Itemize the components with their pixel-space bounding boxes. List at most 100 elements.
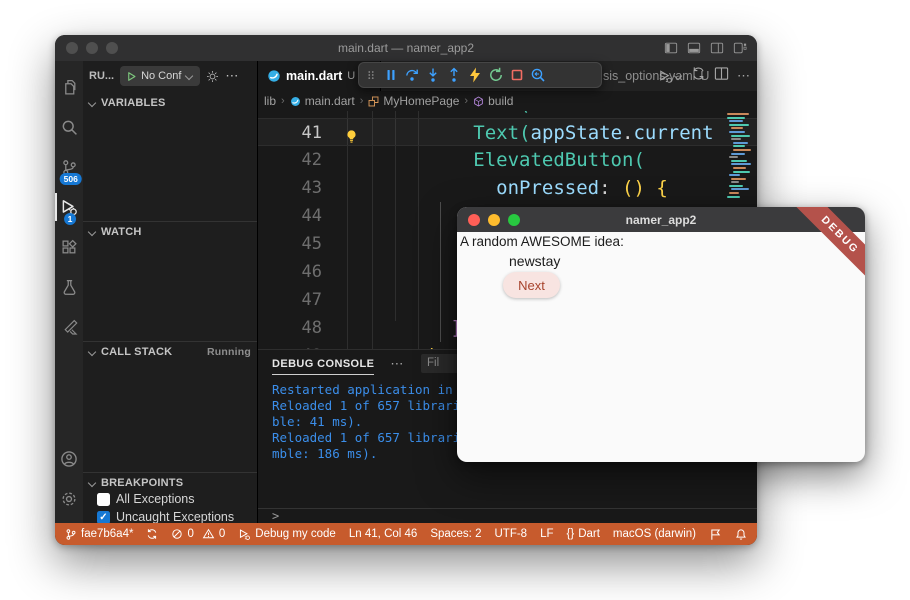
- toggle-secondary-sidebar-icon[interactable]: [710, 41, 724, 55]
- indentation-item[interactable]: Spaces: 2: [430, 528, 481, 540]
- widget-inspector-icon[interactable]: [530, 67, 546, 83]
- symbol-class-icon: [368, 96, 379, 107]
- activity-item-flutter[interactable]: [55, 307, 83, 347]
- line-number: 42: [258, 146, 322, 174]
- call-stack-status: Running: [207, 346, 251, 358]
- breadcrumb-lib[interactable]: lib: [264, 94, 276, 108]
- code-text: ]: [336, 314, 462, 342]
- eol-item[interactable]: LF: [540, 528, 553, 540]
- next-button[interactable]: Next: [503, 272, 560, 298]
- activity-item-explorer[interactable]: [55, 67, 83, 107]
- line-number: 41: [258, 119, 322, 147]
- line-number: 48: [258, 314, 322, 342]
- activity-item-testing[interactable]: [55, 267, 83, 307]
- activity-item-run-debug[interactable]: 1: [55, 187, 83, 227]
- console-prompt[interactable]: >: [258, 508, 757, 523]
- idea-label: A random AWESOME idea:: [460, 234, 624, 249]
- cursor-position-item[interactable]: Ln 41, Col 46: [349, 528, 417, 540]
- breakpoint-uncaught-exceptions[interactable]: Uncaught Exceptions: [97, 508, 257, 523]
- activity-item-settings[interactable]: [55, 479, 83, 519]
- activity-item-search[interactable]: [55, 107, 83, 147]
- toggle-sidebar-icon[interactable]: [664, 41, 678, 55]
- code-line-42[interactable]: 42 ElevatedButton(: [258, 146, 757, 174]
- hot-reload-icon[interactable]: [467, 67, 483, 83]
- notifications-bell-icon[interactable]: [735, 528, 747, 541]
- launch-config-dropdown[interactable]: No Conf: [120, 66, 200, 86]
- drag-handle-icon[interactable]: [364, 67, 378, 83]
- line-number: 46: [258, 258, 322, 286]
- code-text: ),: [336, 342, 450, 349]
- line-number: 44: [258, 202, 322, 230]
- braces-icon: {}: [567, 528, 575, 540]
- line-number: 45: [258, 230, 322, 258]
- editor-tabbar: main.dart U × sis_options.yaml U ⋯: [258, 61, 757, 91]
- problems-item[interactable]: 0 0: [171, 528, 225, 540]
- run-debug-sidebar: RU... No Conf ⋯ VARIABLES WATCH CALL STA…: [83, 61, 258, 523]
- code-line-43[interactable]: 43 onPressed: () {: [258, 174, 757, 202]
- debug-status-item[interactable]: Debug my code: [238, 528, 336, 541]
- status-bar: fae7b6a4* 0 0 Debug my code Ln 41, Col 4…: [55, 523, 757, 545]
- code-text: Text('A random AWESOME idea:'),: [336, 111, 757, 118]
- run-or-debug-icon[interactable]: [658, 69, 683, 84]
- customize-layout-icon[interactable]: [733, 41, 747, 55]
- breadcrumbs: lib › main.dart › MyHomePage › build: [258, 91, 757, 111]
- activity-item-accounts[interactable]: [55, 439, 83, 479]
- code-text: onPressed: () {: [336, 174, 668, 202]
- generated-word: newstay: [509, 253, 560, 269]
- code-text: ElevatedButton(: [336, 146, 645, 174]
- step-into-icon[interactable]: [425, 67, 441, 83]
- checkbox-uncaught-exceptions[interactable]: [97, 511, 110, 524]
- section-call-stack[interactable]: CALL STACKRunning: [83, 341, 257, 361]
- tab-debug-console[interactable]: DEBUG CONSOLE: [272, 353, 374, 375]
- section-watch[interactable]: WATCH: [83, 221, 257, 241]
- breadcrumb-build[interactable]: build: [488, 94, 513, 108]
- warnings-icon: [202, 528, 215, 540]
- step-over-icon[interactable]: [404, 67, 420, 83]
- line-number: 47: [258, 286, 322, 314]
- flutter-app-window: namer_app2 A random AWESOME idea: newsta…: [457, 207, 865, 462]
- breadcrumb-myhomepage[interactable]: MyHomePage: [383, 94, 459, 108]
- git-status: U: [347, 70, 355, 82]
- code-line-40[interactable]: Text('A random AWESOME idea:'),: [258, 111, 757, 118]
- breakpoint-all-exceptions[interactable]: All Exceptions: [97, 490, 257, 508]
- dart-file-icon: [290, 96, 301, 107]
- more-actions-icon[interactable]: ⋯: [225, 68, 238, 84]
- minimap[interactable]: [725, 113, 756, 199]
- activity-item-extensions[interactable]: [55, 227, 83, 267]
- language-mode-item[interactable]: {}Dart: [567, 528, 600, 540]
- start-debug-icon: [126, 71, 137, 82]
- toggle-panel-icon[interactable]: [687, 41, 701, 55]
- activity-bar: 5061: [55, 61, 83, 523]
- symbol-method-icon: [473, 96, 484, 107]
- sync-item[interactable]: [146, 528, 158, 540]
- editor-more-actions-icon[interactable]: ⋯: [737, 68, 751, 84]
- vscode-titlebar[interactable]: main.dart — namer_app2: [55, 35, 757, 61]
- activity-badge: 506: [60, 173, 82, 185]
- activity-item-source-control[interactable]: 506: [55, 147, 83, 187]
- branch-icon: [65, 528, 77, 541]
- stop-icon[interactable]: [509, 67, 525, 83]
- breadcrumb-main-dart[interactable]: main.dart: [305, 94, 355, 108]
- git-branch-item[interactable]: fae7b6a4*: [65, 528, 133, 541]
- split-editor-icon[interactable]: [714, 66, 729, 86]
- os-target-item[interactable]: macOS (darwin): [613, 528, 696, 540]
- gear-icon[interactable]: [206, 70, 219, 83]
- debug-icon: [238, 528, 251, 541]
- section-breakpoints[interactable]: BREAKPOINTS: [83, 472, 257, 492]
- code-line-41[interactable]: 41 Text(appState.current: [258, 118, 757, 146]
- compare-changes-icon[interactable]: [691, 66, 706, 86]
- restart-icon[interactable]: [488, 67, 504, 83]
- step-out-icon[interactable]: [446, 67, 462, 83]
- dart-file-icon: [267, 69, 281, 83]
- feedback-flag-icon[interactable]: [709, 528, 722, 541]
- sync-icon: [146, 528, 158, 540]
- pause-icon[interactable]: [383, 67, 399, 83]
- checkbox-all-exceptions[interactable]: [97, 493, 110, 506]
- window-title: main.dart — namer_app2: [55, 41, 757, 55]
- panel-more-actions-icon[interactable]: ⋯: [390, 356, 404, 372]
- section-variables[interactable]: VARIABLES: [83, 93, 257, 113]
- panel-title: RU...: [89, 70, 114, 82]
- debug-toolbar: [358, 62, 602, 88]
- code-text: Text(appState.current: [336, 119, 714, 147]
- encoding-item[interactable]: UTF-8: [494, 528, 527, 540]
